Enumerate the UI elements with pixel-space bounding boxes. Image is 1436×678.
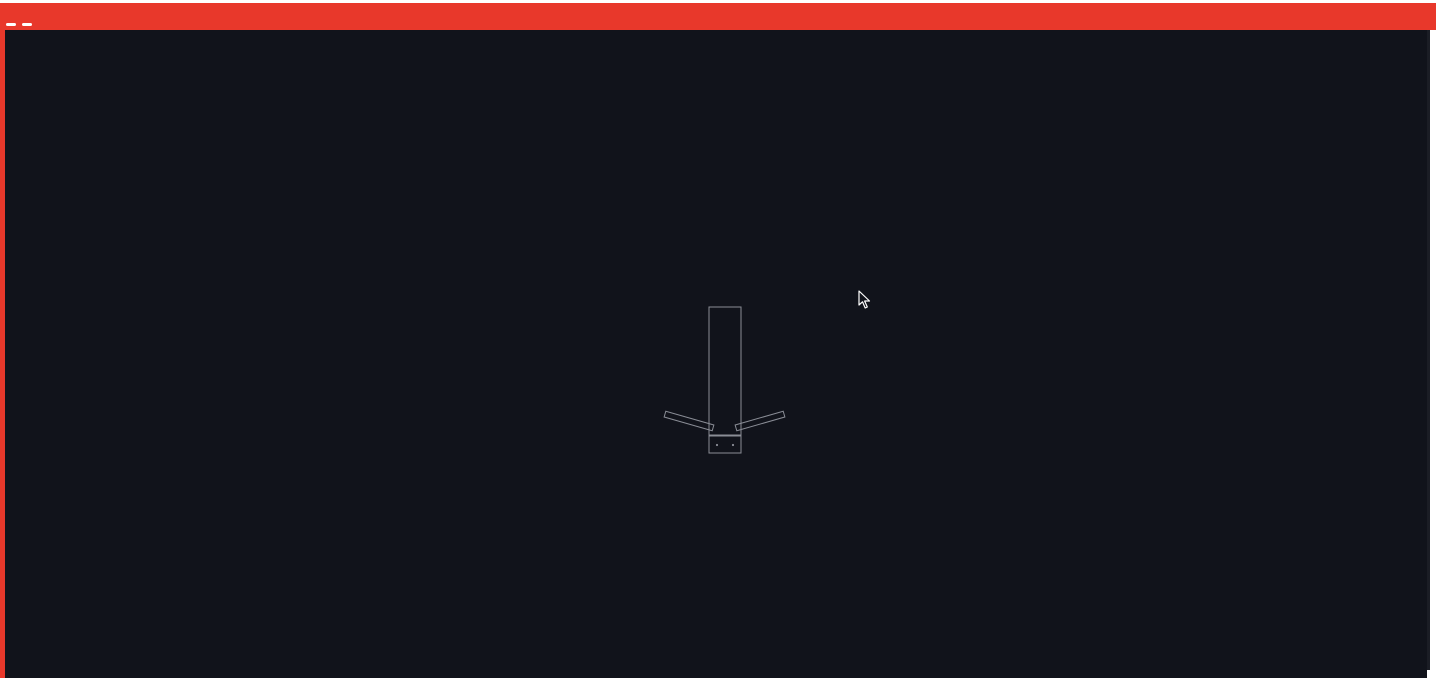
window-control-a[interactable] — [6, 23, 16, 26]
right-eye — [731, 443, 735, 447]
left-eye — [715, 443, 719, 447]
arrow-cursor-icon — [858, 290, 871, 309]
app-window — [0, 0, 1436, 678]
left-arm — [663, 410, 715, 432]
tall-body-rectangle — [708, 306, 742, 436]
window-control-b[interactable] — [22, 23, 32, 26]
right-arm — [734, 410, 786, 432]
drawing-canvas[interactable] — [5, 30, 1427, 678]
scrollbar-track[interactable] — [1427, 30, 1430, 670]
title-bar[interactable] — [0, 3, 1436, 30]
stick-figure-drawing — [663, 306, 786, 454]
head-box — [708, 435, 742, 454]
